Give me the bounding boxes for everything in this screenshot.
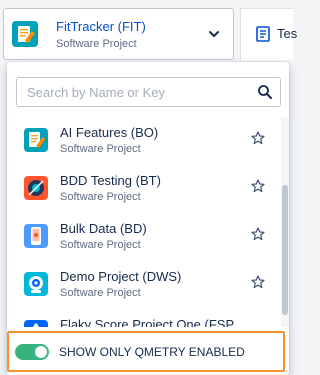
qmetry-toggle-label: SHOW ONLY QMETRY ENABLED — [59, 345, 245, 359]
project-item-ai-features[interactable]: AI Features (BO) Software Project — [7, 119, 281, 165]
selected-project-type: Software Project — [56, 38, 137, 50]
record-icon — [24, 176, 48, 200]
project-type: Software Project — [60, 191, 141, 203]
chevron-down-icon — [209, 31, 219, 37]
search-input[interactable] — [25, 78, 245, 106]
project-type: Software Project — [60, 287, 141, 299]
star-icon[interactable] — [251, 275, 265, 289]
project-item-bdd-testing[interactable]: BDD Testing (BT) Software Project — [7, 167, 281, 213]
project-type: Software Project — [60, 143, 141, 155]
search-icon[interactable] — [257, 84, 273, 100]
document-icon — [256, 26, 270, 42]
project-dropdown: AI Features (BO) Software Project BDD Te… — [7, 62, 289, 375]
project-name: AI Features (BO) — [60, 125, 159, 140]
scrollbar[interactable] — [281, 117, 289, 330]
robot-icon — [24, 272, 48, 296]
project-name: Bulk Data (BD) — [60, 221, 147, 236]
qmetry-filter-row: SHOW ONLY QMETRY ENABLED — [7, 327, 289, 375]
star-icon[interactable] — [251, 131, 265, 145]
project-name: BDD Testing (BT) — [60, 173, 161, 188]
star-icon[interactable] — [251, 227, 265, 241]
notepad-pencil-icon — [12, 21, 38, 47]
star-icon[interactable] — [251, 179, 265, 193]
toggle-knob — [35, 346, 47, 358]
project-item-demo-project[interactable]: Demo Project (DWS) Software Project — [7, 263, 281, 309]
notepad-icon — [24, 128, 48, 152]
tab-label: Tes — [277, 26, 298, 41]
project-list: AI Features (BO) Software Project BDD Te… — [7, 117, 289, 330]
selected-project-name: FitTracker (FIT) — [56, 19, 146, 34]
qmetry-enabled-toggle[interactable] — [15, 344, 49, 360]
tab-tests[interactable]: Tes — [240, 8, 297, 60]
top-bar: FitTracker (FIT) Software Project Tes — [0, 0, 297, 62]
project-name: Demo Project (DWS) — [60, 269, 182, 284]
search-box — [16, 77, 281, 107]
project-type: Software Project — [60, 239, 141, 251]
scrollbar-thumb[interactable] — [282, 185, 288, 315]
project-selector[interactable]: FitTracker (FIT) Software Project — [3, 8, 234, 60]
phone-icon — [24, 224, 48, 248]
project-item-bulk-data[interactable]: Bulk Data (BD) Software Project — [7, 215, 281, 261]
